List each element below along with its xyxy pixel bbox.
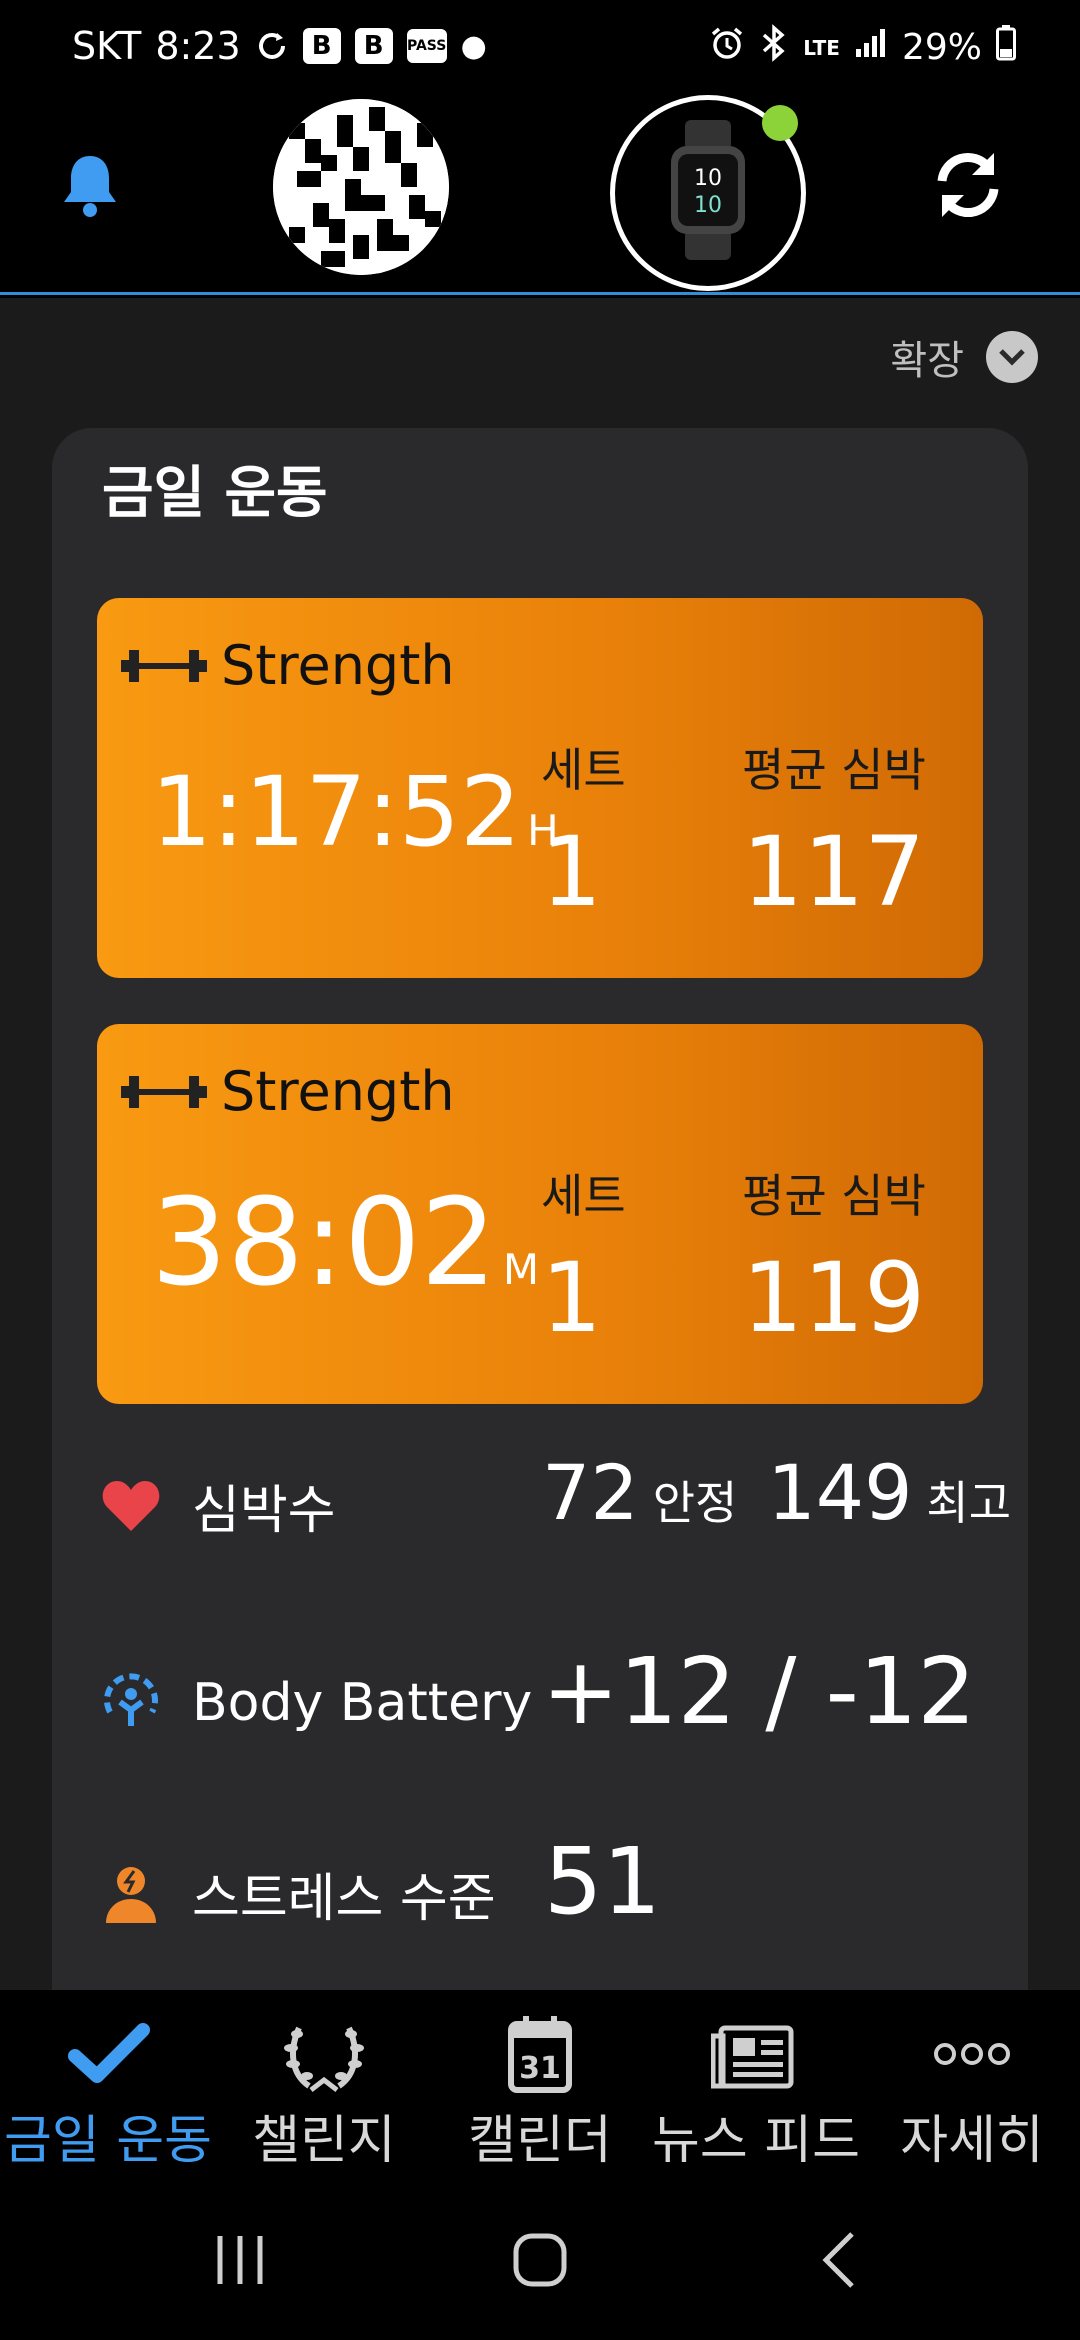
sets-value: 1	[541, 1242, 603, 1354]
max-hr-value: 149	[767, 1448, 913, 1537]
nav-label: 챌린지	[252, 2111, 396, 2171]
activity-duration: 1:17:52 H	[151, 756, 559, 868]
battery-percent: 29%	[901, 27, 982, 68]
activity-duration: 38:02 M	[151, 1174, 539, 1313]
nav-label: 뉴스 피드	[652, 2111, 860, 2171]
calendar-icon: 31	[508, 2016, 572, 2093]
expand-toggle[interactable]: 확장	[890, 328, 1038, 386]
status-right: LTE 29%	[709, 24, 1016, 71]
activity-card[interactable]: Strength 38:02 M 세트 평균 심박 1 119	[97, 1024, 983, 1404]
nav-label: 자세히	[900, 2111, 1044, 2171]
duration-unit: M	[502, 1245, 540, 1294]
more-icon	[934, 2043, 1010, 2065]
recent-apps-icon[interactable]	[200, 2220, 280, 2300]
body-battery-icon	[104, 1673, 158, 1726]
dot-icon: ●	[460, 28, 487, 64]
battery-icon	[996, 25, 1016, 70]
nav-news-feed[interactable]: 뉴스 피드	[648, 1990, 864, 2180]
avg-hr-value: 117	[742, 816, 926, 928]
duration-value: 38:02	[151, 1174, 497, 1313]
b-app-icon-2: B	[354, 28, 393, 64]
duration-value: 1:17:52	[151, 756, 522, 868]
sync-icon[interactable]	[928, 145, 1008, 225]
heart-rate-label: 심박수	[192, 1481, 336, 1541]
activity-type: Strength	[221, 634, 455, 697]
status-bar: SKT 8:23 B B PASS ● LTE 29%	[0, 0, 1080, 95]
sync-status-icon	[255, 29, 289, 63]
bottom-nav: 금일 운동 챌린지 31 캘린더 뉴스 피드 자세히	[0, 1990, 1080, 2180]
lte-icon: LTE	[803, 35, 840, 60]
clock: 8:23	[155, 24, 241, 68]
home-icon[interactable]	[500, 2220, 580, 2300]
b-app-icon: B	[302, 28, 341, 64]
stress-value: 51	[544, 1828, 662, 1935]
body-battery-label: Body Battery	[192, 1673, 533, 1733]
dumbbell-icon	[121, 649, 207, 682]
svg-text:10: 10	[694, 166, 722, 191]
nav-label: 캘린더	[468, 2111, 612, 2171]
calendar-day: 31	[519, 2051, 561, 2086]
avg-hr-label: 평균 심박	[742, 1169, 926, 1223]
watch-icon: 10 10	[667, 120, 749, 260]
sets-label: 세트	[541, 1169, 626, 1223]
main-content: 확장 금일 운동 Strength 1:17:52 H 세트 평균 심박 1 11…	[0, 298, 1080, 1990]
checkmark-icon	[68, 2023, 150, 2083]
max-hr-label: 최고	[926, 1476, 1012, 1530]
device-status-dot	[762, 105, 798, 141]
dumbbell-icon	[121, 1075, 207, 1108]
app-header: 10 10	[0, 95, 1080, 295]
nav-today-activity[interactable]: 금일 운동	[0, 1990, 216, 2180]
system-nav-bar	[0, 2180, 1080, 2340]
nav-challenges[interactable]: 챌린지	[216, 1990, 432, 2180]
signal-icon	[854, 27, 888, 68]
activity-header: Strength	[121, 634, 455, 697]
card-title: 금일 운동	[102, 461, 328, 526]
resting-hr-value: 72	[542, 1448, 639, 1537]
nav-label: 금일 운동	[4, 2111, 212, 2171]
resting-hr-label: 안정	[652, 1476, 738, 1530]
body-battery-value: +12 / -12	[542, 1638, 976, 1745]
activity-header: Strength	[121, 1060, 455, 1123]
bell-icon[interactable]	[60, 150, 120, 220]
stress-icon	[106, 1866, 156, 1923]
body-battery-row[interactable]: Body Battery	[100, 1672, 532, 1734]
today-activity-card: 금일 운동 Strength 1:17:52H 세트 평균 심박 1 117	[52, 428, 1028, 1990]
pass-app-icon: PASS	[406, 29, 447, 63]
activity-type: Strength	[221, 1060, 455, 1123]
nav-more[interactable]: 자세히	[864, 1990, 1080, 2180]
newsfeed-icon	[711, 2025, 794, 2089]
sets-label: 세트	[541, 743, 626, 797]
stress-label: 스트레스 수준	[192, 1869, 496, 1929]
stress-row[interactable]: 스트레스 수준	[100, 1856, 496, 1931]
nav-calendar[interactable]: 31 캘린더	[432, 1990, 648, 2180]
expand-label: 확장	[890, 338, 964, 384]
avg-hr-label: 평균 심박	[742, 743, 926, 797]
activity-card[interactable]: Strength 1:17:52 H 세트 평균 심박 1 117	[97, 598, 983, 978]
profile-avatar[interactable]	[273, 99, 449, 275]
svg-text:10: 10	[694, 193, 722, 218]
chevron-down-icon[interactable]	[986, 331, 1038, 383]
heart-icon	[102, 1480, 160, 1531]
alarm-icon	[709, 25, 745, 70]
heart-rate-values: 72 안정 149 최고	[542, 1448, 1011, 1537]
back-icon[interactable]	[800, 2220, 880, 2300]
status-left: SKT 8:23 B B PASS ●	[72, 24, 487, 68]
laurel-icon	[284, 2026, 364, 2092]
bluetooth-icon	[759, 24, 789, 71]
carrier-label: SKT	[72, 24, 142, 68]
sets-value: 1	[541, 816, 603, 928]
heart-rate-row[interactable]: 심박수	[100, 1468, 336, 1543]
avg-hr-value: 119	[742, 1242, 926, 1354]
